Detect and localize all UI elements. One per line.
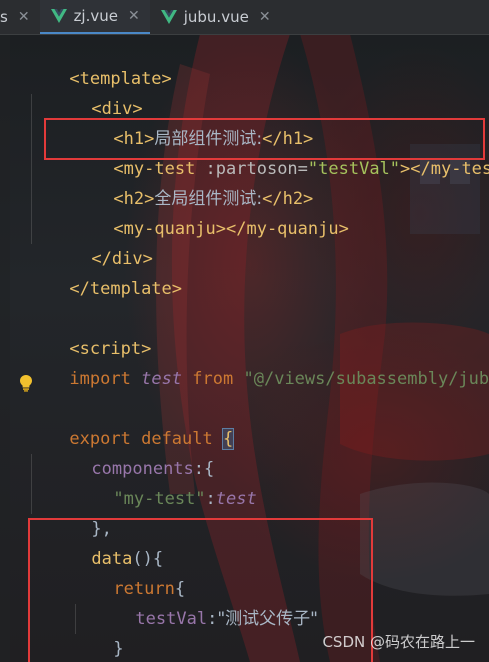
watermark: CSDN @码农在路上一 [322,633,475,651]
code-line: }, [91,519,112,539]
lightbulb-icon[interactable] [18,374,34,392]
tab-label: jubu.vue [183,8,249,26]
code-line: <my-quanju></my-quanju> [113,219,349,239]
code-line: <template> [69,69,172,89]
close-icon[interactable]: ✕ [259,9,271,25]
code-line: </template> [69,279,183,299]
vue-icon [50,9,67,23]
highlight-box-my-test [44,118,485,160]
tab-partial[interactable]: s ✕ [0,0,40,34]
code-line: <div> [91,99,143,119]
code-editor[interactable]: <template> <div> <h1>局部组件测试:</h1> <my-te… [0,34,489,662]
code-line: import test from "@/views/subassembly/ju… [69,369,489,389]
close-icon[interactable]: ✕ [18,9,30,25]
code-line: components:{ [91,459,215,479]
close-icon[interactable]: ✕ [128,8,140,24]
editor-tab-bar: s ✕ zj.vue ✕ jubu.vue ✕ [0,0,489,35]
tab-label: zj.vue [73,7,118,25]
code-line: "my-test":test [113,489,257,509]
tab-jubu-vue[interactable]: jubu.vue ✕ [150,0,281,34]
code-line: </div> [91,249,153,269]
vue-icon [160,10,177,24]
highlight-box-data [28,518,373,662]
tab-zj-vue[interactable]: zj.vue ✕ [39,0,150,34]
code-line: <script> [69,339,152,359]
code-line: export default { [69,428,235,450]
tab-label: s [0,8,8,26]
